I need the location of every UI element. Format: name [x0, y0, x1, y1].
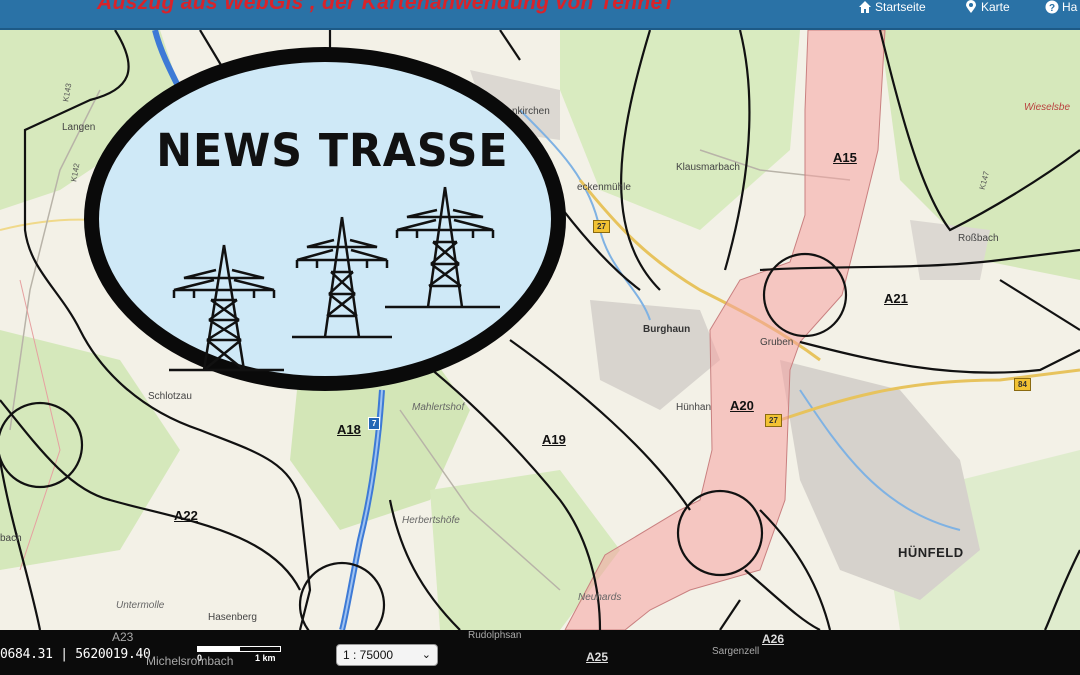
place-huenfeld: HÜNFELD	[898, 545, 964, 560]
nav-label-startseite: Startseite	[875, 0, 926, 14]
nav-startseite[interactable]: Startseite	[858, 0, 926, 14]
road-badge-a7: 7	[368, 417, 381, 430]
place-klausmarbach: Klausmarbach	[676, 162, 740, 173]
segment-a18[interactable]: A18	[337, 422, 361, 437]
svg-text:?: ?	[1049, 3, 1055, 14]
scale-bar-label-1: 1 km	[255, 653, 276, 663]
place-hasenberg: Hasenberg	[208, 612, 257, 623]
nav-karte[interactable]: Karte	[964, 0, 1010, 14]
nav-help[interactable]: ? Ha	[1045, 0, 1077, 14]
place-a23-label: A23	[112, 630, 134, 644]
segment-a19[interactable]: A19	[542, 432, 566, 447]
power-pylon-icon	[385, 186, 500, 309]
status-bar: 0684.31 | 5620019.40 0 1 km 1 : 75000 ⌄ …	[0, 630, 1080, 675]
news-title: NEWS TRASSE	[156, 124, 509, 177]
scale-bar-graphic	[197, 646, 281, 652]
road-badge-27a: 27	[593, 220, 610, 233]
segment-a21[interactable]: A21	[884, 291, 908, 306]
road-badge-27b: 27	[765, 414, 782, 427]
place-sargenzell: Sargenzell	[712, 646, 760, 657]
top-bar: Auszug aus WebGis , der Kartenanwendung …	[0, 0, 1080, 30]
place-herbertshoefe: Herbertshöfe	[402, 515, 460, 526]
segment-a25[interactable]: A25	[586, 650, 608, 664]
help-icon: ?	[1045, 0, 1059, 14]
power-pylon-icon	[169, 244, 284, 372]
scale-select-value: 1 : 75000	[343, 648, 394, 662]
segment-a26[interactable]: A26	[762, 632, 784, 646]
place-huenhan: Hünhan	[676, 402, 712, 413]
road-badge-84: 84	[1014, 378, 1031, 391]
place-michelsrombach: Michelsrombach	[146, 654, 234, 668]
place-neuhards: Neuhards	[578, 592, 622, 603]
page-title: Auszug aus WebGis , der Kartenanwendung …	[97, 0, 676, 14]
map-marker-icon	[966, 0, 976, 13]
home-icon	[859, 1, 871, 13]
power-pylon-icon	[292, 216, 392, 339]
map-canvas[interactable]: Langen nkirchen Klausmarbach Wieselsbe e…	[0, 30, 1080, 630]
segment-a15[interactable]: A15	[833, 150, 857, 165]
place-rossbach: Roßbach	[958, 233, 999, 244]
news-trasse-badge: NEWS TRASSE	[84, 47, 566, 391]
nav-label-help: Ha	[1062, 0, 1078, 14]
place-rudolphsan: Rudolphsan	[468, 630, 522, 641]
place-schlotzau: Schlotzau	[148, 391, 192, 402]
chevron-down-icon: ⌄	[421, 649, 431, 661]
scale-select[interactable]: 1 : 75000 ⌄	[336, 644, 438, 666]
coordinate-readout: 0684.31 | 5620019.40	[0, 647, 151, 662]
place-bach: bach	[0, 533, 22, 544]
segment-a20[interactable]: A20	[730, 398, 754, 413]
place-gruben: Gruben	[760, 337, 794, 348]
place-wieselsbe: Wieselsbe	[1024, 102, 1071, 113]
segment-a22[interactable]: A22	[174, 508, 198, 523]
nav-label-karte: Karte	[981, 0, 1010, 14]
place-eckenmuehle: eckenmühle	[577, 182, 631, 193]
place-mahlertshof: Mahlertshof	[412, 402, 465, 413]
place-langen: Langen	[62, 122, 96, 133]
place-untermolle: Untermolle	[116, 600, 165, 611]
place-burghaun: Burghaun	[643, 324, 691, 335]
